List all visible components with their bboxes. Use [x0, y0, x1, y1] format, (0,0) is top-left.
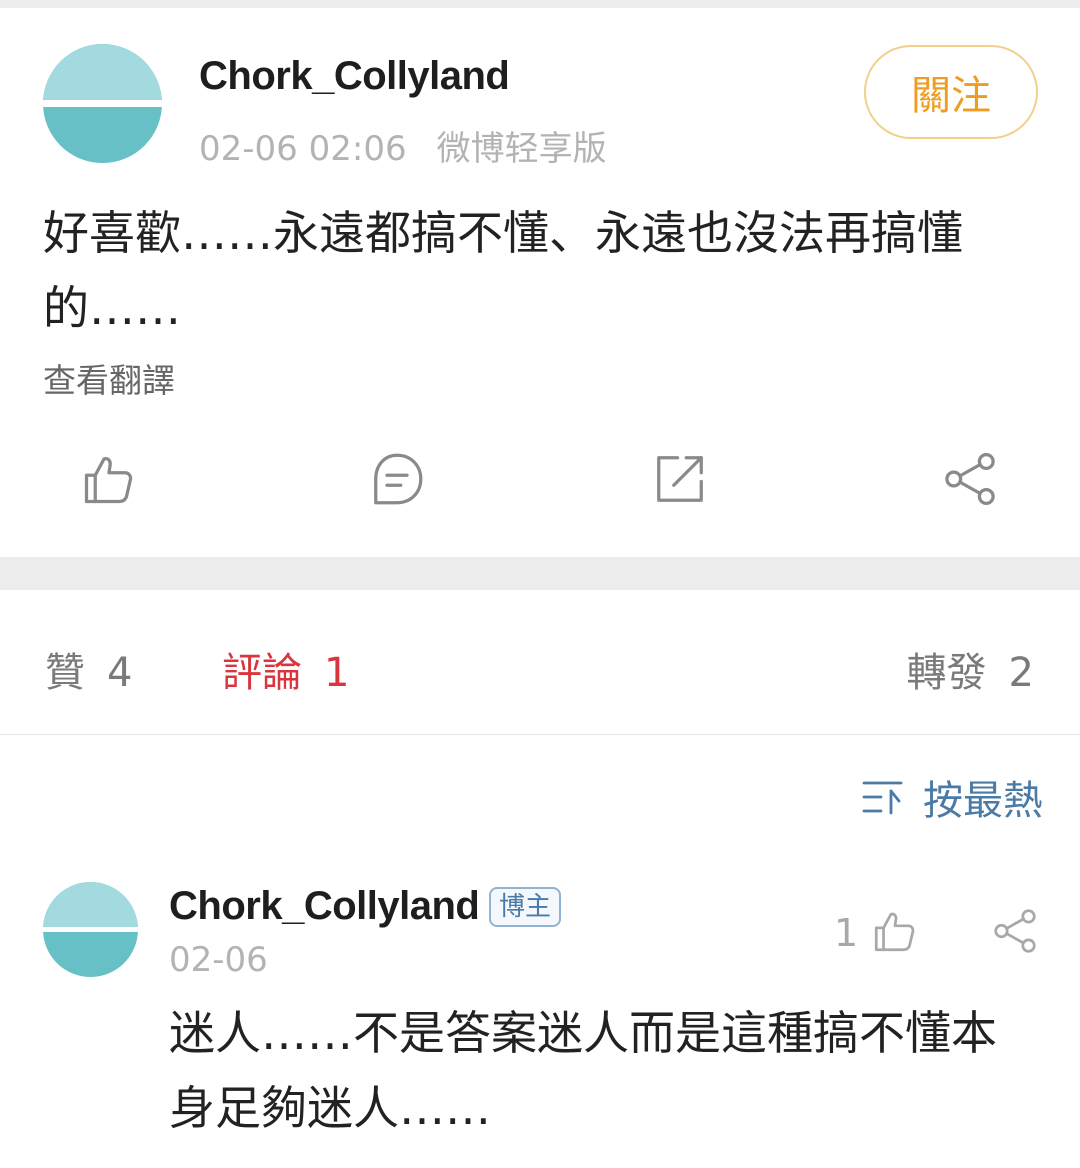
tabs-divider: [0, 734, 1080, 735]
comment-date: 02-06: [169, 940, 268, 980]
tab-reposts[interactable]: 轉發 2: [907, 640, 1034, 698]
top-divider: [0, 0, 1080, 8]
blogger-badge: 博主: [489, 887, 562, 927]
repost-icon: [657, 456, 703, 502]
comment-share-icon[interactable]: [990, 906, 1040, 956]
like-button[interactable]: [74, 444, 144, 514]
sort-label: 按最熱: [923, 778, 1043, 824]
tab-comments-label: 評論: [222, 650, 302, 696]
tab-comments[interactable]: 評論 1: [222, 640, 349, 698]
sort-hot-button[interactable]: 按最熱: [861, 768, 1043, 826]
post-username[interactable]: Chork_Collyland: [199, 54, 510, 99]
sort-icon: [862, 781, 903, 815]
comment-button[interactable]: [362, 444, 432, 514]
tab-likes[interactable]: 贊4: [45, 640, 132, 698]
post-time: 02-06 02:06: [199, 129, 407, 169]
comment-text: 迷人……不是答案迷人而是這種搞不懂本身足夠迷人……: [169, 1006, 997, 1135]
tab-comments-count: 1: [324, 650, 350, 696]
view-translation-link[interactable]: 查看翻譯: [43, 354, 175, 402]
comment-avatar[interactable]: [43, 882, 138, 977]
share-button[interactable]: [935, 444, 1005, 514]
section-divider: [0, 557, 1080, 590]
tab-likes-count: 4: [107, 650, 133, 696]
comment-username[interactable]: Chork_Collyland: [169, 884, 480, 929]
tab-reposts-label: 轉發: [906, 650, 987, 696]
follow-button[interactable]: 關注: [864, 45, 1038, 139]
repost-button[interactable]: [645, 444, 715, 514]
share-icon: [945, 453, 995, 505]
comment-like-count: 1: [834, 911, 859, 955]
avatar[interactable]: [43, 44, 162, 163]
tab-reposts-count: 2: [1008, 650, 1034, 696]
tab-likes-label: 贊: [45, 650, 85, 696]
post-text: 好喜歡……永遠都搞不懂、永遠也沒法再搞懂的……: [43, 206, 963, 335]
post-meta: 02-06 02:06 微博轻享版: [199, 121, 607, 170]
thumbs-up-icon: [84, 457, 133, 504]
post-source: 微博轻享版: [436, 129, 607, 169]
comment-icon: [374, 453, 423, 505]
comment-thumbs-up-icon[interactable]: [870, 906, 920, 956]
